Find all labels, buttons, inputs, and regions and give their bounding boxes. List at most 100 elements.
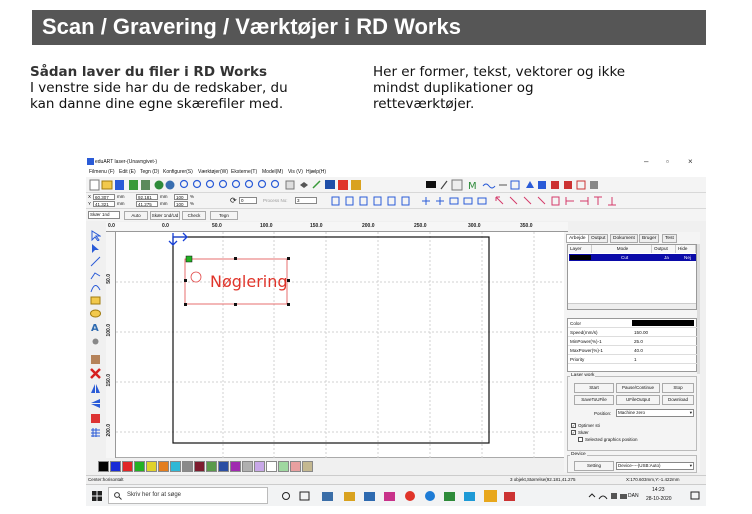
- cut-in-out-button[interactable]: Skær 1nd/Ud: [150, 211, 180, 220]
- work-area-svg[interactable]: Nøglering: [116, 232, 568, 458]
- tab-user[interactable]: Bruger: [639, 234, 660, 243]
- windows-start-icon[interactable]: [92, 491, 102, 501]
- menu-draw[interactable]: Tegn (D): [140, 169, 159, 175]
- close-icon[interactable]: ×: [688, 157, 693, 166]
- curve-icon[interactable]: [90, 282, 101, 293]
- menu-help[interactable]: Hjælp(H): [306, 169, 326, 175]
- tab-work[interactable]: Arbejde: [566, 234, 589, 243]
- scale-y-input[interactable]: 100: [174, 201, 188, 207]
- taskbar-apps[interactable]: [280, 489, 520, 503]
- layer-color-swatch: [570, 255, 591, 260]
- menu-model[interactable]: Model(M): [262, 169, 283, 175]
- palette-swatch[interactable]: [206, 461, 217, 472]
- menu-file[interactable]: Filmenu (F): [89, 169, 115, 175]
- delete-icon[interactable]: [90, 368, 101, 379]
- palette-swatch[interactable]: [170, 461, 181, 472]
- height-input[interactable]: 41.275: [136, 201, 158, 207]
- mode-select[interactable]: Skær 1nd: [88, 211, 120, 219]
- width-input[interactable]: 92.181: [136, 194, 158, 200]
- minimize-icon[interactable]: –: [644, 157, 648, 166]
- toolbar-icons-right[interactable]: M: [386, 179, 616, 191]
- mirror-horizontal-icon[interactable]: [90, 383, 101, 394]
- cut-checkbox[interactable]: ✓: [571, 430, 576, 435]
- draw-button[interactable]: Tegn: [210, 211, 238, 220]
- pause-continue-button[interactable]: Pause/Continue: [616, 383, 660, 393]
- palette-swatch[interactable]: [134, 461, 145, 472]
- palette-swatch[interactable]: [158, 461, 169, 472]
- palette-swatch[interactable]: [146, 461, 157, 472]
- polyline-icon[interactable]: [90, 269, 101, 280]
- notification-icon[interactable]: [690, 491, 700, 501]
- align-toolbar-icons[interactable]: [330, 195, 700, 207]
- menu-edit[interactable]: Edit (E): [119, 169, 136, 175]
- layer-horizontal-scrollbar[interactable]: [568, 303, 696, 309]
- taskbar-search[interactable]: Skriv her for at søge: [108, 487, 268, 504]
- rectangle-icon[interactable]: [90, 295, 101, 306]
- clock-date[interactable]: 28-10-2020: [646, 496, 672, 502]
- palette-swatch[interactable]: [242, 461, 253, 472]
- palette-swatch[interactable]: [218, 461, 229, 472]
- status-selection: 3 objekt,Størrelse(92.181,41.275: [510, 477, 576, 482]
- scale-x-input[interactable]: 100: [174, 194, 188, 200]
- palette-swatch[interactable]: [194, 461, 205, 472]
- work-area-border: [172, 236, 490, 444]
- layer-row[interactable]: Cut Ja Nej: [569, 254, 696, 261]
- line-icon[interactable]: [90, 256, 101, 267]
- palette-swatch[interactable]: [254, 461, 265, 472]
- tab-test[interactable]: Test: [662, 234, 677, 243]
- prop-color-swatch[interactable]: [632, 320, 694, 326]
- system-tray-icons[interactable]: [588, 491, 628, 501]
- rotation-input[interactable]: 0: [239, 197, 257, 204]
- clock-time[interactable]: 14:23: [652, 487, 665, 493]
- node-edit-icon[interactable]: [90, 243, 101, 254]
- setting-button[interactable]: Setting: [574, 461, 614, 471]
- selected-graphics-checkbox[interactable]: [578, 437, 583, 442]
- prop-max-power[interactable]: MaxPower(%)-1 40.0: [568, 346, 698, 355]
- prop-speed[interactable]: Speed(mm/s) 150.00: [568, 328, 698, 337]
- palette-swatch[interactable]: [122, 461, 133, 472]
- y-position-input[interactable]: 41.321: [93, 201, 115, 207]
- device-select[interactable]: Device----(USB:Auto) ▾: [616, 462, 694, 470]
- mirror-vertical-icon[interactable]: [90, 398, 101, 409]
- palette-swatch[interactable]: [98, 461, 109, 472]
- tab-document[interactable]: Dokument: [610, 234, 638, 243]
- optimize-path-checkbox[interactable]: ✓: [571, 423, 576, 428]
- menu-config[interactable]: Konfigurer(S): [163, 169, 193, 175]
- dot-icon[interactable]: [90, 336, 101, 347]
- download-button[interactable]: Download: [662, 395, 694, 405]
- position-select[interactable]: Machine zero ▾: [616, 409, 694, 417]
- select-arrow-icon[interactable]: [90, 230, 101, 241]
- check-button[interactable]: Check: [182, 211, 206, 220]
- menu-external[interactable]: Eksterne(T): [231, 169, 257, 175]
- palette-swatch[interactable]: [302, 461, 313, 472]
- palette-swatch[interactable]: [230, 461, 241, 472]
- palette-swatch[interactable]: [182, 461, 193, 472]
- ufile-output-button[interactable]: UFileOutput: [616, 395, 660, 405]
- process-no-input[interactable]: 3: [295, 197, 317, 204]
- text-icon[interactable]: A: [90, 321, 101, 332]
- svg-text:A: A: [91, 323, 99, 332]
- menu-tools[interactable]: Værktøjer(W): [198, 169, 228, 175]
- language-indicator[interactable]: DAN: [628, 493, 639, 499]
- menu-view[interactable]: Vis (V): [288, 169, 303, 175]
- ellipse-icon[interactable]: [90, 308, 101, 319]
- maximize-icon[interactable]: ▫: [666, 157, 669, 166]
- toolbar-icons-left[interactable]: [89, 179, 369, 191]
- grid-array-icon[interactable]: [90, 427, 101, 438]
- palette-swatch[interactable]: [110, 461, 121, 472]
- start-button[interactable]: Start: [574, 383, 614, 393]
- x-position-input[interactable]: 60.307: [93, 194, 115, 200]
- save-to-ufile-button[interactable]: SaveToUFile: [574, 395, 614, 405]
- prop-priority[interactable]: Priority 1: [568, 355, 698, 364]
- palette-swatch[interactable]: [278, 461, 289, 472]
- rotate-icon[interactable]: ⟳: [230, 196, 237, 205]
- stop-button[interactable]: Stop: [662, 383, 694, 393]
- image-icon[interactable]: [90, 354, 101, 365]
- auto-button[interactable]: Auto: [124, 211, 148, 220]
- prop-min-power[interactable]: MinPower(%)-1 25.0: [568, 337, 698, 346]
- canvas-text[interactable]: Nøglering: [210, 272, 288, 291]
- palette-swatch[interactable]: [266, 461, 277, 472]
- tab-output[interactable]: Output: [588, 234, 609, 243]
- palette-swatch[interactable]: [290, 461, 301, 472]
- array-copy-icon[interactable]: [90, 413, 101, 424]
